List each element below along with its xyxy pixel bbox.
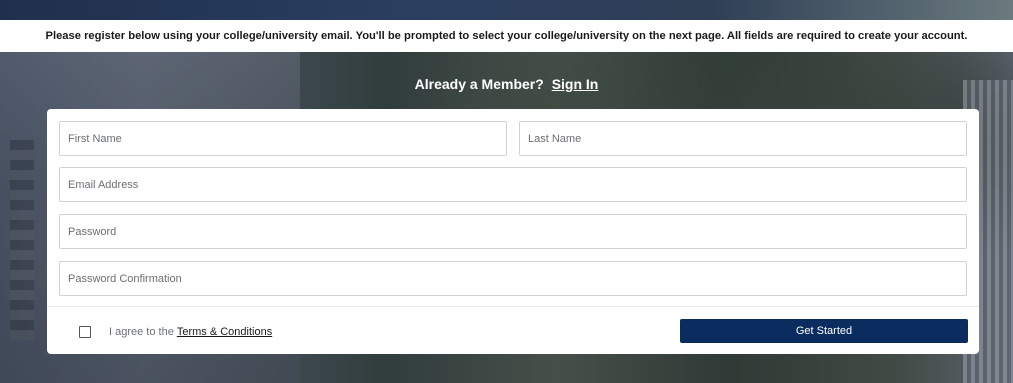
password-confirmation-input[interactable] — [59, 261, 967, 296]
password-input[interactable] — [59, 214, 967, 249]
registration-page: Please register below using your college… — [0, 0, 1013, 383]
terms-agreement: I agree to the Terms & Conditions — [79, 326, 272, 338]
terms-checkbox[interactable] — [79, 326, 91, 338]
last-name-input[interactable] — [519, 121, 967, 156]
registration-notice-text: Please register below using your college… — [45, 30, 968, 42]
registration-form: I agree to the Terms & Conditions Get St… — [47, 109, 979, 354]
email-input[interactable] — [59, 167, 967, 202]
registration-notice: Please register below using your college… — [0, 20, 1013, 52]
already-member-text: Already a Member? — [414, 76, 544, 92]
already-member-line: Already a Member? Sign In — [0, 76, 1013, 92]
sign-in-link[interactable]: Sign In — [552, 76, 599, 92]
terms-conditions-link[interactable]: Terms & Conditions — [177, 326, 272, 338]
get-started-button[interactable]: Get Started — [680, 319, 968, 343]
first-name-input[interactable] — [59, 121, 507, 156]
terms-agreement-text: I agree to the — [109, 326, 174, 338]
form-divider — [47, 306, 979, 307]
header-band — [0, 0, 1013, 20]
